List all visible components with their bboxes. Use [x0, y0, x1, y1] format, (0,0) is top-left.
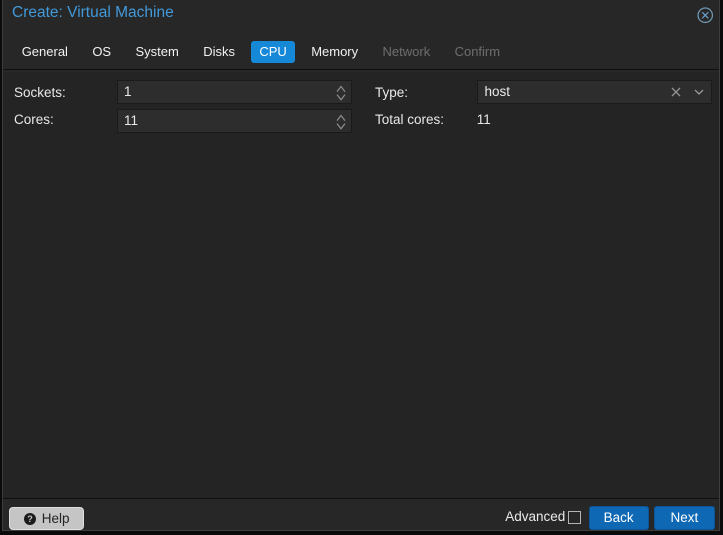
svg-text:?: ?: [27, 514, 33, 524]
